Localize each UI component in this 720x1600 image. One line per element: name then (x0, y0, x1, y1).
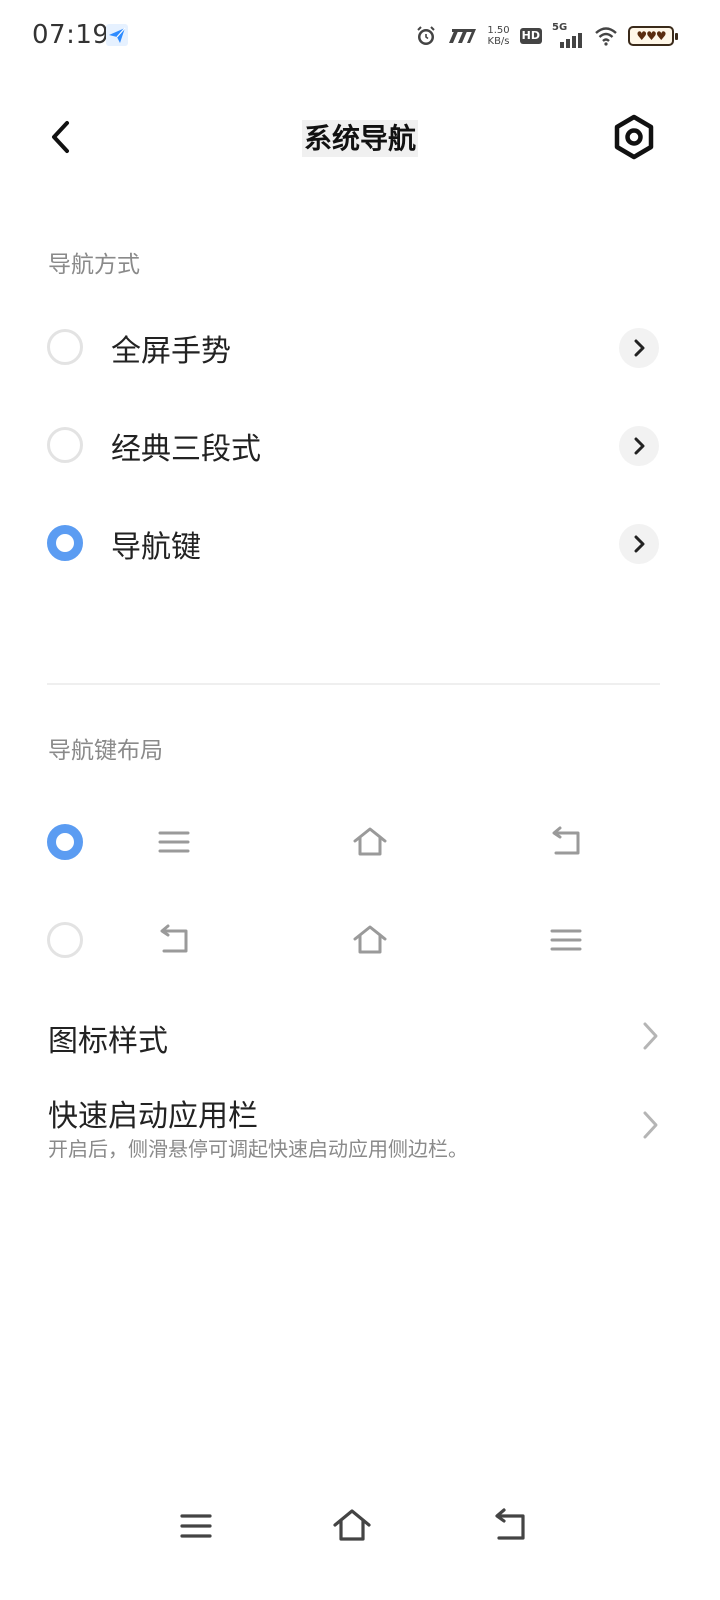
radio-button[interactable] (47, 922, 83, 958)
option-detail-button[interactable] (619, 426, 659, 466)
option-classic-three-section[interactable]: 经典三段式 (0, 400, 720, 490)
app-header: 系统导航 (0, 95, 720, 179)
section-title-nav-layout: 导航键布局 (48, 738, 163, 764)
net-speed: 1.50 KB/s (487, 25, 509, 47)
home-icon (353, 827, 387, 856)
radio-button-selected[interactable] (47, 824, 83, 860)
option-label: 全屏手势 (111, 334, 231, 369)
chevron-right-icon (643, 1022, 658, 1050)
hd-icon: HD (519, 28, 542, 44)
option-fullscreen-gesture[interactable]: 全屏手势 (0, 302, 720, 392)
chevron-right-icon (634, 339, 645, 357)
option-detail-button[interactable] (619, 524, 659, 564)
system-nav-bar (0, 1490, 720, 1570)
home-icon (353, 925, 387, 954)
radio-button[interactable] (47, 427, 83, 463)
back-icon (160, 924, 188, 953)
net-speed-value: 1.50 (487, 25, 510, 36)
status-time: 07:19 (32, 20, 110, 50)
chevron-right-icon (634, 535, 645, 553)
option-label: 导航键 (111, 530, 201, 565)
radio-button-selected[interactable] (47, 525, 83, 561)
chevron-right-icon (634, 437, 645, 455)
section-title-nav-mode: 导航方式 (48, 252, 140, 278)
menu-item-icon-style[interactable]: 图标样式 (0, 1000, 720, 1072)
nfc-icon (449, 29, 477, 43)
chevron-right-icon (643, 1111, 658, 1139)
battery-icon: ♥♥♥ (628, 26, 678, 46)
menu-icon (180, 1514, 212, 1538)
layout-option-back-home-menu[interactable] (0, 900, 720, 980)
option-nav-keys[interactable]: 导航键 (0, 498, 720, 588)
alarm-icon (417, 26, 436, 45)
system-menu-button[interactable] (176, 1506, 216, 1546)
5g-signal-icon: 5G (552, 22, 584, 48)
menu-item-subtitle: 开启后，侧滑悬停可调起快速启动应用侧边栏。 (48, 1137, 468, 1161)
settings-button[interactable] (610, 113, 658, 161)
menu-item-title: 快速启动应用栏 (48, 1099, 258, 1134)
option-detail-button[interactable] (619, 328, 659, 368)
system-back-button[interactable] (490, 1506, 530, 1546)
settings-icon (614, 114, 654, 160)
status-icons: 1.50 KB/s HD 5G ♥♥♥ (415, 20, 678, 52)
page-title-text: 系统导航 (301, 120, 418, 157)
menu-icon (550, 929, 582, 951)
system-home-button[interactable] (332, 1506, 372, 1546)
radio-button[interactable] (47, 329, 83, 365)
net-speed-unit: KB/s (487, 36, 510, 47)
option-label: 经典三段式 (111, 432, 261, 467)
back-icon (495, 1508, 525, 1540)
menu-icon (158, 831, 190, 853)
menu-item-quick-launch[interactable]: 快速启动应用栏 开启后，侧滑悬停可调起快速启动应用侧边栏。 (0, 1085, 720, 1175)
home-icon (333, 1509, 371, 1541)
app-notification-icon (106, 24, 128, 46)
wifi-icon (595, 27, 617, 46)
status-bar: 07:19 1.50 KB/s HD 5G ♥♥♥ (0, 0, 720, 72)
menu-item-title: 图标样式 (48, 1024, 168, 1059)
layout-option-menu-home-back[interactable] (0, 802, 720, 882)
section-divider (47, 683, 660, 685)
back-icon (552, 826, 580, 855)
